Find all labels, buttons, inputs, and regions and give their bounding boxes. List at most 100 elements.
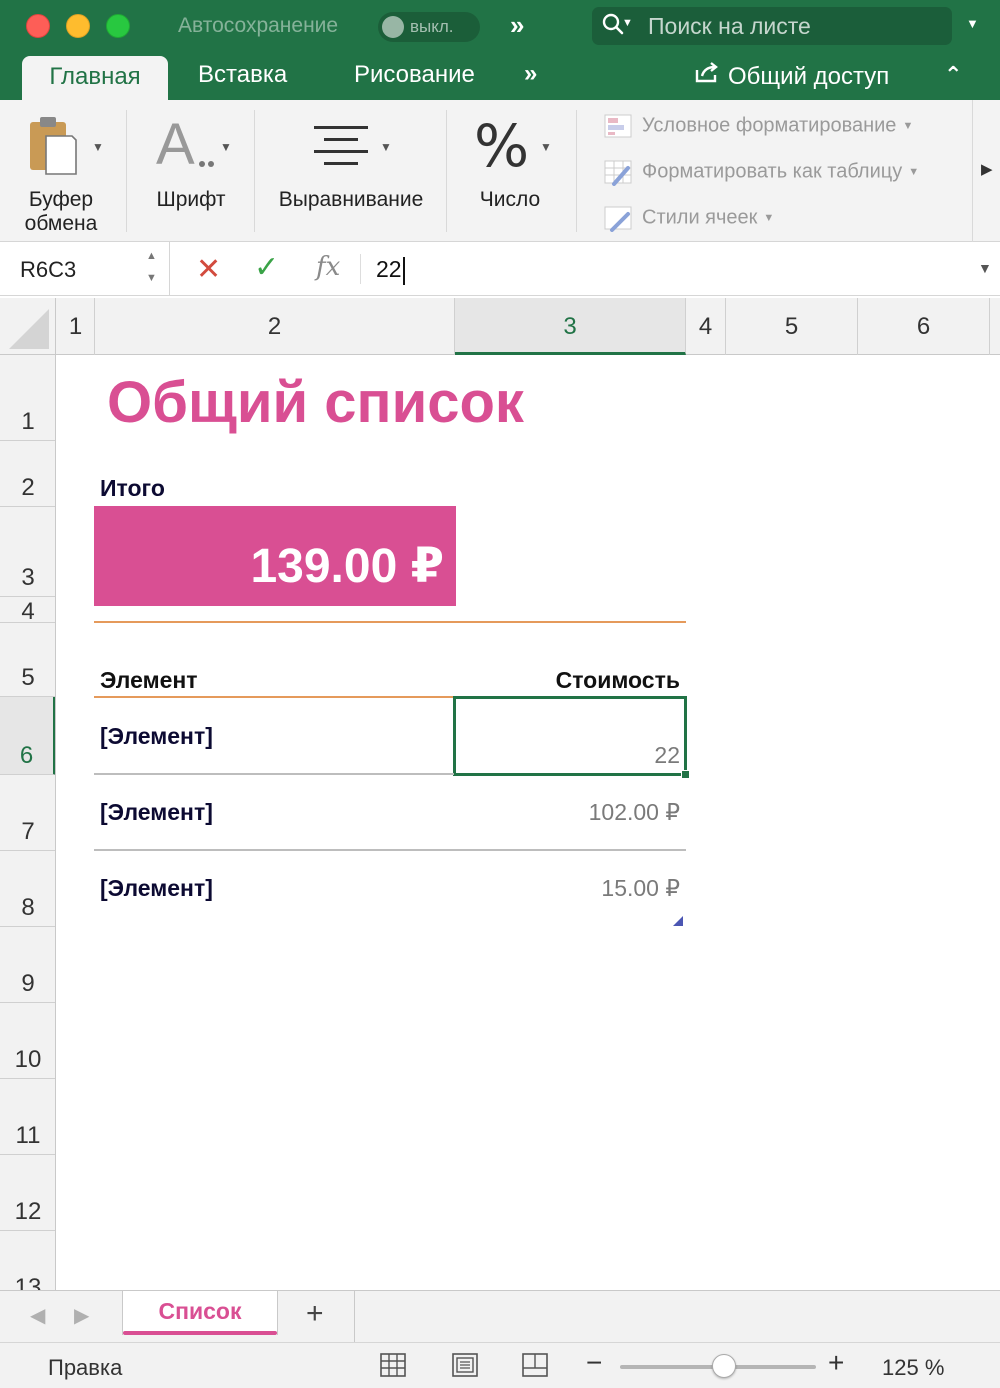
row-header[interactable]: 12 <box>0 1155 55 1231</box>
clipboard-group[interactable]: ▼ Буфер обмена <box>0 100 122 242</box>
row-header[interactable]: 9 <box>0 927 55 1003</box>
item-name[interactable]: [Элемент] <box>100 799 213 826</box>
column-header[interactable]: 5 <box>726 298 858 355</box>
next-sheet-icon[interactable]: ▶ <box>74 1303 89 1328</box>
column-header[interactable]: 4 <box>686 298 726 355</box>
page-break-view-icon[interactable] <box>522 1353 548 1377</box>
cell-styles-button[interactable]: Стили ячеек ▼ <box>604 204 774 232</box>
row-header[interactable]: 3 <box>0 507 55 597</box>
column-header[interactable]: 2 <box>95 298 455 355</box>
conditional-formatting-button[interactable]: Условное форматирование ▼ <box>604 112 913 140</box>
total-value: 139.00 ₽ <box>250 540 444 593</box>
column-heading-cost[interactable]: Стоимость <box>556 667 680 694</box>
zoom-level[interactable]: 125 % <box>882 1355 944 1381</box>
cancel-edit-icon[interactable]: ✕ <box>196 252 221 287</box>
autosave-toggle[interactable]: выкл. <box>378 12 480 42</box>
toolbar-overflow-chevron[interactable]: » <box>510 10 525 41</box>
select-all-icon <box>9 309 49 349</box>
autosave-label: Автосохранение <box>178 14 339 37</box>
tab-home[interactable]: Главная <box>22 56 168 100</box>
row-header[interactable]: 7 <box>0 775 55 851</box>
formula-value: 22 <box>376 256 402 282</box>
select-all-button[interactable] <box>0 298 56 355</box>
row-header[interactable]: 10 <box>0 1003 55 1079</box>
format-as-table-icon <box>604 158 634 186</box>
name-box[interactable]: R6C3 ▲ ▼ <box>0 242 170 296</box>
table-resize-handle[interactable] <box>673 916 683 926</box>
clipboard-label-2: обмена <box>24 212 98 235</box>
zoom-slider-knob[interactable] <box>711 1354 736 1378</box>
zoom-window-button[interactable] <box>106 14 130 38</box>
row-header[interactable]: 5 <box>0 623 55 697</box>
row-header[interactable]: 4 <box>0 597 55 623</box>
ribbon-divider <box>576 110 577 232</box>
column-headers: 1 2 3 4 5 6 <box>0 298 1000 355</box>
total-label[interactable]: Итого <box>100 475 165 502</box>
percent-icon: % <box>474 112 530 180</box>
item-name[interactable]: [Элемент] <box>100 875 213 902</box>
selected-cell[interactable]: 22 <box>453 696 687 776</box>
sheet-title[interactable]: Общий список <box>107 369 524 436</box>
ribbon-divider <box>446 110 447 232</box>
column-heading-item[interactable]: Элемент <box>100 667 198 694</box>
share-button[interactable]: Общий доступ <box>694 60 889 91</box>
chevron-down-icon: ▼ <box>220 140 232 154</box>
zoom-out-button[interactable]: − <box>586 1347 602 1379</box>
sheet-tabs-divider <box>354 1291 355 1343</box>
name-box-value: R6C3 <box>20 257 77 282</box>
column-header[interactable]: 1 <box>57 298 95 355</box>
row-header[interactable]: 2 <box>0 441 55 507</box>
prev-sheet-icon[interactable]: ◀ <box>30 1303 45 1328</box>
conditional-formatting-label: Условное форматирование <box>642 114 897 137</box>
item-cost: 22 <box>654 742 680 768</box>
item-cost[interactable]: 102.00 ₽ <box>589 799 680 826</box>
sheet-tab-active[interactable]: Список <box>122 1291 278 1335</box>
font-group[interactable]: A ▼ Шрифт <box>130 100 252 242</box>
insert-function-icon[interactable]: fx <box>316 252 340 282</box>
share-icon <box>694 60 720 90</box>
normal-view-icon[interactable] <box>380 1353 406 1377</box>
chevron-down-icon[interactable]: ▼ <box>146 272 157 284</box>
row-header-selected[interactable]: 6 <box>0 697 55 775</box>
format-as-table-button[interactable]: Форматировать как таблицу ▼ <box>604 158 919 186</box>
chevron-up-icon[interactable]: ▲ <box>146 250 157 262</box>
row-header[interactable]: 11 <box>0 1079 55 1155</box>
formula-divider <box>360 254 361 284</box>
item-name[interactable]: [Элемент] <box>100 723 213 750</box>
confirm-edit-icon[interactable]: ✓ <box>254 250 279 285</box>
column-header-selected[interactable]: 3 <box>455 298 686 355</box>
alignment-group[interactable]: ▼ Выравнивание <box>262 100 440 242</box>
ribbon-divider <box>254 110 255 232</box>
page-layout-view-icon[interactable] <box>452 1353 478 1377</box>
row-header[interactable]: 13 <box>0 1231 55 1290</box>
number-label: Число <box>479 188 541 211</box>
fill-handle[interactable] <box>681 770 690 779</box>
total-cell[interactable]: 139.00 ₽ <box>94 506 456 606</box>
tab-insert[interactable]: Вставка <box>198 61 287 89</box>
row-header[interactable]: 1 <box>0 355 55 441</box>
item-cost[interactable]: 15.00 ₽ <box>601 875 680 902</box>
chevron-right-icon: ▶ <box>981 161 993 178</box>
title-bar: Автосохранение выкл. » ▼ Поиск на листе … <box>0 0 1000 52</box>
worksheet[interactable]: Общий список Итого 139.00 ₽ Элемент Стои… <box>57 355 1000 1290</box>
formula-input[interactable]: 22 <box>376 256 405 285</box>
add-sheet-button[interactable]: + <box>306 1297 324 1331</box>
close-window-button[interactable] <box>26 14 50 38</box>
minimize-window-button[interactable] <box>66 14 90 38</box>
text-cursor <box>402 256 405 285</box>
zoom-in-button[interactable]: + <box>828 1347 844 1379</box>
number-group[interactable]: % ▼ Число <box>450 100 570 242</box>
conditional-formatting-icon <box>604 112 634 140</box>
chevron-down-icon[interactable]: ▼ <box>966 16 979 31</box>
ribbon-scroll-right[interactable]: ▶ <box>972 100 1000 242</box>
sheet-search-field[interactable]: ▼ Поиск на листе <box>592 7 952 45</box>
status-mode: Правка <box>48 1355 123 1380</box>
row-header[interactable]: 8 <box>0 851 55 927</box>
collapse-ribbon-icon[interactable]: ⌃ <box>944 62 962 88</box>
expand-formula-icon[interactable]: ▼ <box>978 260 992 276</box>
tabs-overflow-chevron[interactable]: » <box>524 60 538 88</box>
font-label: Шрифт <box>156 188 226 211</box>
formula-bar: R6C3 ▲ ▼ ✕ ✓ fx 22 ▼ <box>0 242 1000 296</box>
column-header[interactable]: 6 <box>858 298 990 355</box>
tab-draw[interactable]: Рисование <box>354 61 475 89</box>
